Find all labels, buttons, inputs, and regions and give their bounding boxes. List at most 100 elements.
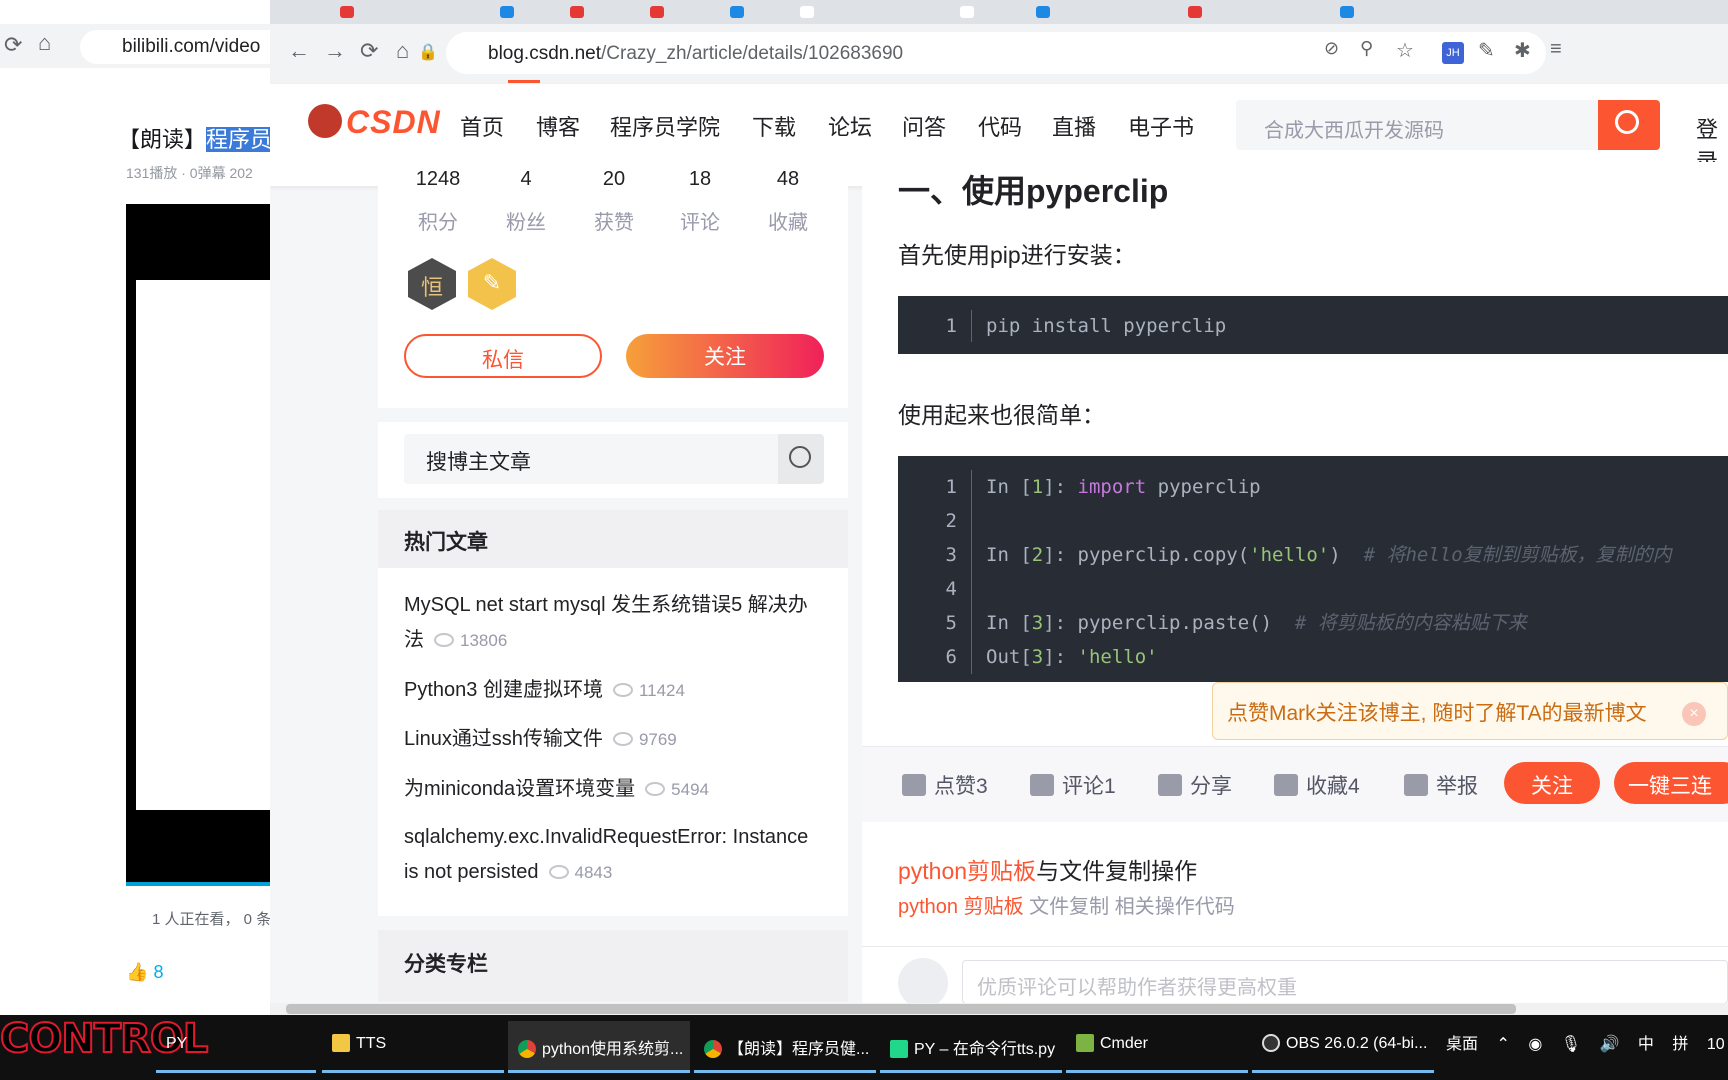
hot-article-item[interactable]: MySQL net start mysql 发生系统错误5 解决办法 13806 (404, 588, 824, 658)
hot-article-item[interactable]: Python3 创建虚拟环境 11424 (404, 673, 824, 708)
home-icon[interactable]: ⌂ (396, 38, 409, 64)
microphone-icon[interactable]: 🎙 (1561, 1036, 1581, 1053)
taskbar-item-label: 【朗读】程序员健... (728, 1041, 870, 1058)
nav-blog[interactable]: 博客 (536, 110, 580, 142)
taskbar-item-py[interactable]: PY (156, 1021, 316, 1073)
share-label: 分享 (1190, 775, 1232, 798)
search-icon (1615, 110, 1639, 134)
like-button[interactable]: 点赞3 (902, 770, 988, 800)
url-path: /Crazy_zh/article/details/102683690 (601, 43, 904, 64)
browser-toolbar: ← → ⟳ ⌂ 🔒 blog.csdn.net/Crazy_zh/article… (270, 24, 1728, 84)
hot-article-views: 13806 (460, 631, 508, 650)
code-block-install: 1 pip install pyperclip (898, 296, 1728, 354)
taskbar-item-label: OBS 26.0.2 (64-bi... (1286, 1035, 1428, 1053)
forward-arrow-icon[interactable]: → (324, 38, 346, 64)
code-line: In [1]: import pyperclip (986, 476, 1261, 498)
code-line: pip install pyperclip (986, 315, 1227, 337)
obs-tray-icon[interactable]: ◉ (1528, 1036, 1542, 1053)
nav-qa[interactable]: 问答 (902, 110, 946, 142)
extension-jh-icon[interactable]: JH (1442, 42, 1464, 64)
home-icon[interactable]: ⌂ (38, 30, 51, 56)
chrome-icon (704, 1039, 722, 1058)
hot-article-item[interactable]: sqlalchemy.exc.InvalidRequestError: Inst… (404, 820, 824, 890)
scrollbar-thumb[interactable] (286, 1004, 1516, 1014)
star-icon[interactable]: ☆ (1396, 38, 1414, 63)
share-button[interactable]: 分享 (1158, 770, 1232, 800)
triple-action-button[interactable]: 一键三连 (1614, 762, 1728, 804)
chevron-up-icon[interactable]: ⌃ (1496, 1036, 1509, 1053)
nav-ebook[interactable]: 电子书 (1128, 110, 1194, 142)
report-button[interactable]: 举报 (1404, 770, 1478, 800)
star-icon (1274, 774, 1298, 797)
close-icon[interactable]: × (1682, 702, 1706, 726)
eye-icon (548, 864, 569, 879)
taskbar-item-chrome-csdn[interactable]: python使用系统剪... (508, 1021, 690, 1073)
stat-favorites-value: 48 (776, 168, 800, 190)
stat-points-label: 积分 (418, 212, 458, 234)
menu-icon[interactable]: ≡ (1550, 38, 1562, 61)
taskbar-item-cmder[interactable]: Cmder (1066, 1021, 1248, 1073)
nav-academy[interactable]: 程序员学院 (610, 110, 720, 142)
nav-home[interactable]: 首页 (460, 110, 504, 142)
stat-fans-label: 粉丝 (506, 212, 546, 234)
stat-likes-value: 20 (602, 168, 626, 190)
csdn-logo[interactable]: CSDN (308, 103, 441, 142)
bilibili-video-meta: 131播放 · 0弹幕 202 (126, 165, 253, 181)
puzzle-icon[interactable]: ✱ (1514, 38, 1531, 63)
chrome-icon (518, 1039, 536, 1058)
avatar (898, 958, 948, 1008)
taskbar-item-tts[interactable]: TTS (322, 1021, 504, 1073)
taskbar-item-obs[interactable]: OBS 26.0.2 (64-bi... (1252, 1021, 1434, 1073)
taskbar-item-pycharm[interactable]: PY – 在命令行tts.py (880, 1021, 1062, 1073)
clock[interactable]: 10 (1707, 1036, 1725, 1053)
comment-input[interactable]: 优质评论可以帮助作者获得更高权重 (962, 960, 1728, 1004)
comment-button[interactable]: 评论1 (1030, 770, 1116, 800)
stat-likes-label: 获赞 (594, 212, 634, 234)
taskbar-item-label: python使用系统剪... (542, 1041, 684, 1058)
back-arrow-icon[interactable]: ← (288, 38, 310, 64)
csdn-search-input[interactable]: 合成大西瓜开发源码 (1236, 100, 1598, 150)
author-search-button[interactable] (778, 434, 824, 484)
folder-icon (332, 1034, 350, 1052)
stat-fans-value: 4 (520, 168, 532, 190)
bilibili-title-selection: 程序员 (206, 127, 273, 152)
hot-article-item[interactable]: Linux通过ssh传输文件 9769 (404, 722, 824, 757)
hot-article-item[interactable]: 为miniconda设置环境变量 5494 (404, 772, 824, 807)
follow-author-button[interactable]: 关注 (626, 334, 824, 378)
reload-icon[interactable]: ⟳ (360, 38, 378, 64)
bilibili-url-text: bilibili.com/video (122, 36, 261, 57)
bilibili-like-button[interactable]: 👍 8 (126, 962, 163, 983)
recommended-title[interactable]: python剪贴板与文件复制操作 (898, 852, 1197, 886)
comment-label: 评论1 (1062, 775, 1116, 798)
author-article-search-input[interactable]: 搜博主文章 (404, 434, 778, 484)
follow-tip-toast: 点赞Mark关注该博主, 随时了解TA的最新博文 (1212, 682, 1728, 740)
ime-indicator[interactable]: 中 (1638, 1036, 1654, 1053)
desktop-toolbar[interactable]: 桌面 (1446, 1036, 1478, 1053)
monkey-logo-icon (308, 103, 342, 138)
private-message-button[interactable]: 私信 (404, 334, 602, 378)
hot-article-title: Linux通过ssh传输文件 (404, 728, 603, 750)
camera-blocked-icon[interactable]: ⊘ (1324, 38, 1339, 59)
hot-article-title: 为miniconda设置环境变量 (404, 778, 636, 800)
taskbar-item-chrome-bili[interactable]: 【朗读】程序员健... (694, 1021, 876, 1073)
tab-strip[interactable] (270, 0, 1728, 24)
favorite-button[interactable]: 收藏4 (1274, 770, 1360, 800)
nav-live[interactable]: 直播 (1052, 110, 1096, 142)
taskbar-item-label: TTS (356, 1035, 387, 1053)
edit-icon[interactable]: ✎ (1478, 38, 1495, 63)
eye-icon (434, 632, 454, 647)
reload-icon[interactable]: ⟳ (4, 32, 22, 58)
category-column-title: 分类专栏 (378, 930, 848, 1002)
action-follow-button[interactable]: 关注 (1504, 762, 1600, 804)
ime-mode[interactable]: 拼 (1672, 1036, 1688, 1053)
recommended-desc-keyword: python 剪贴板 (898, 896, 1024, 918)
volume-icon[interactable]: 🔊 (1600, 1036, 1620, 1053)
nav-forum[interactable]: 论坛 (828, 110, 872, 142)
nav-download[interactable]: 下载 (752, 110, 796, 142)
nav-code[interactable]: 代码 (978, 110, 1022, 142)
code-block-usage: 1 2 3 4 5 6 In [1]: import pyperclip In … (898, 456, 1728, 682)
zoom-icon[interactable]: ⚲ (1360, 38, 1373, 59)
csdn-search-button[interactable] (1598, 100, 1660, 150)
hot-articles-title: 热门文章 (378, 510, 848, 568)
hot-article-views: 4843 (574, 863, 613, 882)
